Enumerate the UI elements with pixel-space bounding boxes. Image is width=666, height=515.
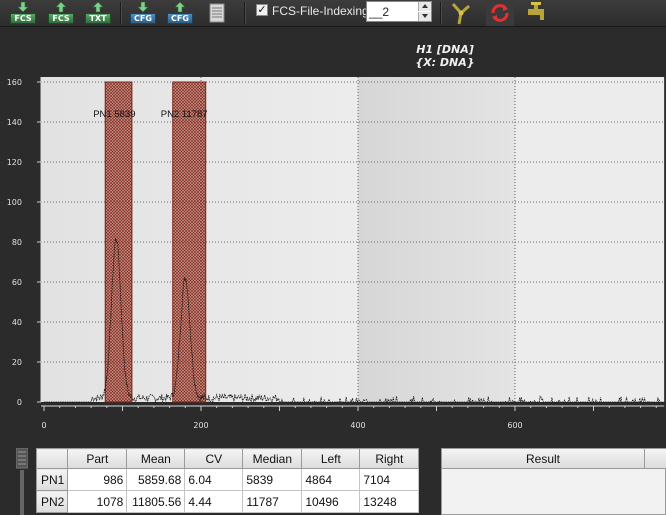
faucet-icon [528,2,544,20]
result-header[interactable]: Result [442,449,645,469]
load-cfg-button[interactable]: CFG [128,1,158,26]
x-tick-label: 0 [41,421,46,430]
y-tick-label: 40 [12,318,22,327]
export-txt-button[interactable]: TXT [83,1,113,26]
file-type-label: FCS [10,13,36,24]
gate-tool-icon [451,3,470,25]
load-fcs-button[interactable]: FCS [8,1,38,26]
gate-label: PN1 5839 [93,109,135,120]
column-header[interactable]: Mean [126,448,186,469]
statistics-table: Part Mean CV Median Left Right PN1 986 5… [35,448,420,513]
column-header[interactable] [35,448,69,469]
file-type-label: CFG [130,13,156,24]
table-row[interactable]: PN2 1078 11805.56 4.44 11787 10496 13248 [35,490,420,513]
y-tick-label: 160 [7,78,22,87]
gate-region-pn1[interactable] [104,81,133,403]
printer-icon [209,3,225,23]
left-cell: 10496 [301,490,361,513]
chevron-up-icon [422,4,428,8]
file-type-label: CFG [167,13,193,24]
fcs-indexing-spinbox [366,1,432,22]
column-header[interactable]: CV [184,448,244,469]
save-fcs-button[interactable]: FCS [46,1,76,26]
row-label: PN1 [35,468,69,491]
chevron-down-icon [422,14,428,18]
refresh-button[interactable] [486,0,514,26]
row-label: PN2 [35,490,69,513]
fcs-indexing-input[interactable] [369,4,415,19]
print-button[interactable] [202,1,232,26]
histogram-panel: H1 [DNA] {X: DNA} 0 20 40 60 80 100 120 140 160 0… [0,27,666,442]
y-tick-label: 0 [17,398,22,407]
gate-label: PN2 11787 [161,109,208,120]
table-row[interactable]: PN1 986 5859.68 6.04 5839 4864 7104 [35,468,420,491]
y-tick-label: 100 [7,198,22,207]
median-cell: 5839 [242,468,303,491]
y-tick-label: 60 [12,278,22,287]
cv-cell: 4.44 [184,490,244,513]
y-tick-label: 140 [7,118,22,127]
y-tick-label: 120 [7,158,22,167]
upload-arrow-icon [174,2,186,13]
cv-cell: 6.04 [184,468,244,491]
splitter-grip-icon[interactable] [16,448,28,515]
file-type-label: FCS [48,13,74,24]
plot-background [358,77,515,402]
refresh-icon [491,4,509,22]
spin-up-button[interactable] [418,2,431,11]
part-cell: 986 [67,468,128,491]
x-tick-label: 400 [350,421,365,430]
mean-cell: 5859.68 [126,468,186,491]
gate-tool-button[interactable] [447,0,475,26]
part-cell: 1078 [67,490,128,513]
table-header-row: Part Mean CV Median Left Right [35,448,420,469]
spin-down-button[interactable] [418,12,431,21]
upload-arrow-icon [55,2,67,13]
right-cell: 7104 [359,468,420,491]
column-header[interactable]: Right [359,448,420,469]
faucet-button[interactable] [524,0,552,26]
plot-background [515,77,665,402]
fcs-indexing-label: FCS-File-Indexing [272,4,369,18]
file-type-label: TXT [85,13,111,24]
save-cfg-button[interactable]: CFG [165,1,195,26]
mean-cell: 11805.56 [126,490,186,513]
median-cell: 11787 [242,490,303,513]
x-tick-label: 200 [193,421,208,430]
left-cell: 4864 [301,468,361,491]
toolbar: FCS FCS TXT CFG CFG ✓ FCS-File-Indexing [0,0,666,27]
upload-arrow-icon [92,2,104,13]
toolbar-separator [120,2,122,24]
statistics-panel: Part Mean CV Median Left Right PN1 986 5… [0,442,666,515]
column-header[interactable]: Part [67,448,128,469]
download-arrow-icon [137,2,149,13]
toolbar-separator [440,2,442,24]
gate-region-pn2[interactable] [172,81,207,403]
toolbar-separator [244,2,246,24]
fcs-indexing-checkbox[interactable]: ✓ [256,4,268,16]
column-header[interactable]: Median [242,448,303,469]
right-cell: 13248 [359,490,420,513]
column-header[interactable]: Left [301,448,361,469]
y-tick-label: 80 [12,238,22,247]
histogram-chart[interactable]: 0 20 40 60 80 100 120 140 160 0 200 400 600 PN1 5839 P… [0,27,666,442]
y-tick-label: 20 [12,358,22,367]
x-tick-label: 600 [507,421,522,430]
result-panel: Result [441,448,666,515]
result-header-filler [645,449,666,469]
download-arrow-icon [17,2,29,13]
